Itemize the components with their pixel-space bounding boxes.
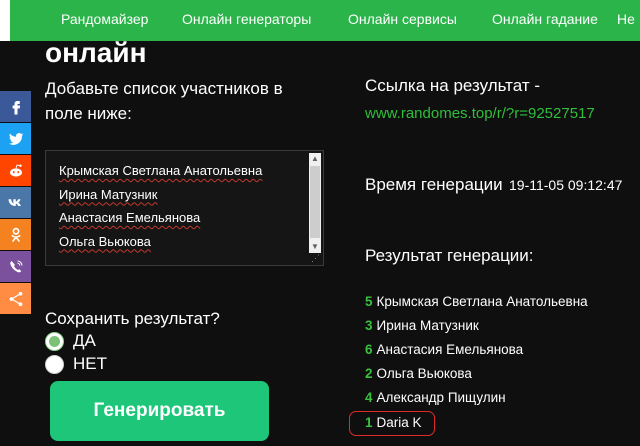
result-item: 6 Анастасия Емельянова: [365, 342, 523, 357]
participants-lines: Крымская Светлана Анатольевна Ирина Мату…: [59, 159, 262, 253]
twitter-icon: [8, 132, 23, 145]
scroll-up-icon[interactable]: ▲: [309, 153, 321, 165]
reddit-icon: [9, 163, 22, 177]
resize-grip-icon[interactable]: ⋰: [311, 253, 321, 263]
nav-online-generators[interactable]: Онлайн генераторы: [182, 11, 311, 27]
scroll-thumb[interactable]: [310, 166, 320, 238]
facebook-share-button[interactable]: [0, 91, 31, 122]
nav-randomizer[interactable]: Рандомайзер: [61, 11, 148, 27]
participant-line: Ольга Вьюкова: [59, 233, 151, 249]
participant-line: Ирина Матузник: [59, 186, 158, 202]
save-result-label: Сохранить результат?: [45, 309, 220, 328]
result-link[interactable]: www.randomes.top/r/?r=92527517: [365, 105, 595, 122]
top-navbar: Рандомайзер Онлайн генераторы Онлайн сер…: [10, 0, 640, 41]
radio-yes-circle[interactable]: [45, 331, 64, 351]
result-item: 3 Ирина Матузник: [365, 318, 479, 333]
result-number: 5: [365, 294, 373, 309]
highlight-annotation: [349, 411, 435, 436]
result-name: Ольга Вьюкова: [376, 366, 472, 381]
result-name: Ирина Матузник: [376, 318, 479, 333]
radio-no-circle[interactable]: [45, 354, 64, 374]
scroll-down-icon[interactable]: ▼: [309, 241, 321, 253]
viber-icon: [9, 259, 23, 272]
participants-textarea[interactable]: Крымская Светлана Анатольевна Ирина Мату…: [45, 150, 324, 266]
result-number: 2: [365, 366, 373, 381]
reddit-share-button[interactable]: [0, 155, 31, 186]
page-title: онлайн: [45, 37, 147, 68]
viber-share-button[interactable]: [0, 251, 31, 282]
result-name: Крымская Светлана Анатольевна: [376, 294, 588, 309]
odnoklassniki-share-button[interactable]: [0, 219, 31, 250]
generation-result-label: Результат генерации:: [365, 246, 534, 265]
add-list-label: Добавьте список участников в поле ниже:: [45, 79, 283, 123]
participant-line: Анастасия Емельянова: [59, 210, 201, 225]
odnoklassniki-icon: [10, 227, 21, 242]
generation-time-label: Время генерации: [365, 175, 503, 194]
textarea-scrollbar[interactable]: ▲ ▼: [309, 153, 321, 253]
participant-line: Крымская Светлана Анатольевна: [59, 163, 263, 178]
result-item: 2 Ольга Вьюкова: [365, 366, 472, 381]
result-item: 4 Александр Пищулин: [365, 390, 506, 405]
result-name: Александр Пищулин: [376, 390, 506, 405]
radio-no[interactable]: НЕТ: [45, 354, 107, 374]
result-link-label: Ссылка на результат -: [365, 76, 541, 95]
share-button[interactable]: [0, 283, 31, 314]
result-number: 3: [365, 318, 373, 333]
radio-no-label: НЕТ: [73, 354, 107, 373]
generation-time-value: 19-11-05 09:12:47: [509, 177, 623, 193]
result-number: 4: [365, 390, 373, 405]
radio-yes[interactable]: ДА: [45, 331, 96, 351]
result-number: 6: [365, 342, 373, 357]
nav-online-services[interactable]: Онлайн сервисы: [348, 11, 457, 27]
generate-button[interactable]: Генерировать: [50, 381, 269, 441]
nav-item-truncated[interactable]: Не: [617, 11, 635, 27]
vk-icon: [8, 198, 21, 206]
nav-online-fortune[interactable]: Онлайн гадание: [492, 11, 598, 27]
facebook-icon: [12, 100, 20, 114]
share-icon: [9, 291, 22, 306]
result-name: Анастасия Емельянова: [376, 342, 524, 357]
vk-share-button[interactable]: [0, 187, 31, 218]
twitter-share-button[interactable]: [0, 123, 31, 154]
result-item: 5 Крымская Светлана Анатольевна: [365, 294, 588, 309]
radio-yes-label: ДА: [73, 331, 96, 350]
